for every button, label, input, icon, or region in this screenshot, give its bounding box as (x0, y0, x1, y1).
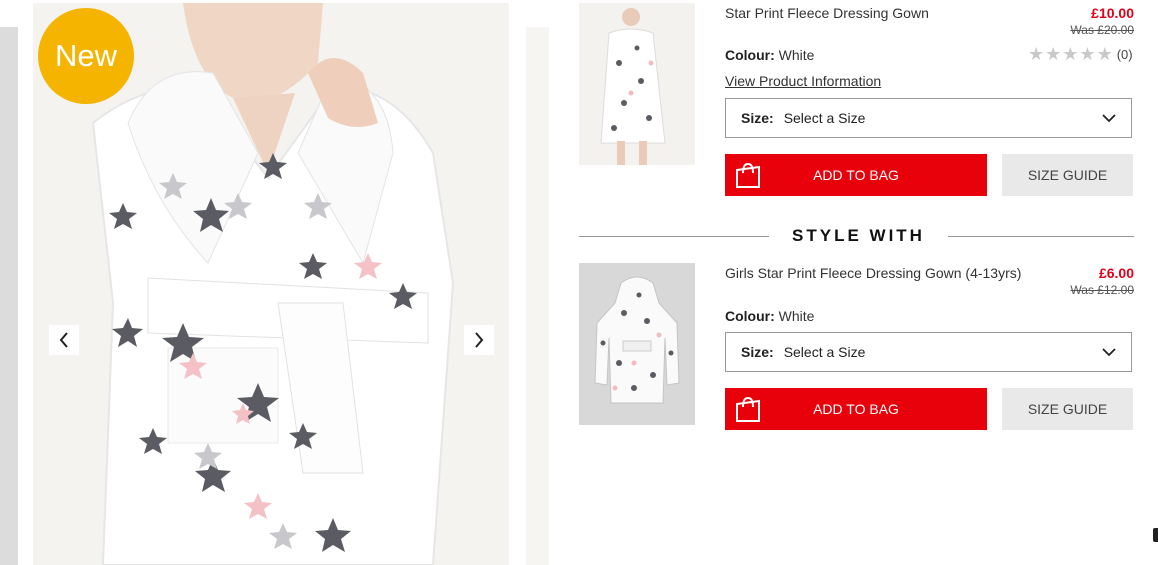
star-icon: ★ (1079, 44, 1096, 64)
gallery-next-button[interactable] (464, 325, 494, 355)
related-product-colour: Colour: White (725, 308, 814, 324)
product-was-price: Was £20.00 (1070, 23, 1134, 37)
gallery-prev-button[interactable] (49, 325, 79, 355)
product-price: £10.00 (1091, 5, 1134, 21)
product-name[interactable]: Star Print Fleece Dressing Gown (725, 5, 929, 21)
colour-label: Colour: (725, 308, 775, 324)
new-badge: New (38, 8, 134, 104)
colour-label: Colour: (725, 47, 775, 63)
style-with-heading: STYLE WITH (792, 226, 925, 245)
related-product-thumbnail[interactable] (579, 263, 695, 425)
chevron-right-icon (475, 332, 484, 348)
style-with-divider: STYLE WITH (579, 226, 1134, 246)
add-to-bag-label: ADD TO BAG (813, 167, 899, 183)
rating-count: (0) (1116, 46, 1133, 62)
product-rating[interactable]: ★ ★ ★ ★ ★ (0) (1028, 45, 1133, 63)
star-icon: ★ (1096, 44, 1113, 64)
star-icon: ★ (1028, 44, 1045, 64)
view-product-information-link[interactable]: View Product Information (725, 73, 881, 89)
star-icon: ★ (1045, 44, 1062, 64)
star-icon: ★ (1062, 44, 1079, 64)
chevron-left-icon (59, 332, 68, 348)
add-to-bag-button[interactable]: ADD TO BAG (725, 154, 987, 196)
divider-line (579, 236, 769, 237)
shopping-bag-icon (736, 396, 760, 422)
size-label: Size: (741, 344, 774, 360)
related-size-guide-button[interactable]: SIZE GUIDE (1002, 388, 1133, 430)
size-select[interactable]: Size: Select a Size (725, 98, 1132, 138)
related-product-was-price: Was £12.00 (1070, 283, 1134, 297)
size-label: Size: (741, 110, 774, 126)
add-to-bag-label: ADD TO BAG (813, 401, 899, 417)
product-colour: Colour: White (725, 47, 814, 63)
related-add-to-bag-button[interactable]: ADD TO BAG (725, 388, 987, 430)
related-product-price: £6.00 (1098, 265, 1134, 281)
related-product-name[interactable]: Girls Star Print Fleece Dressing Gown (4… (725, 265, 1021, 281)
chevron-down-icon (1102, 114, 1116, 123)
related-size-select[interactable]: Size: Select a Size (725, 332, 1132, 372)
chat-widget-tab[interactable] (1153, 528, 1158, 542)
divider-line (948, 236, 1134, 237)
size-selected-value: Select a Size (783, 344, 866, 360)
colour-value: White (778, 47, 815, 63)
chevron-down-icon (1102, 348, 1116, 357)
product-thumbnail[interactable] (579, 3, 695, 165)
shopping-bag-icon (736, 162, 760, 188)
colour-value: White (778, 308, 815, 324)
size-guide-button[interactable]: SIZE GUIDE (1002, 154, 1133, 196)
size-selected-value: Select a Size (783, 110, 866, 126)
next-image-peek (526, 27, 549, 565)
previous-image-peek (0, 27, 18, 565)
